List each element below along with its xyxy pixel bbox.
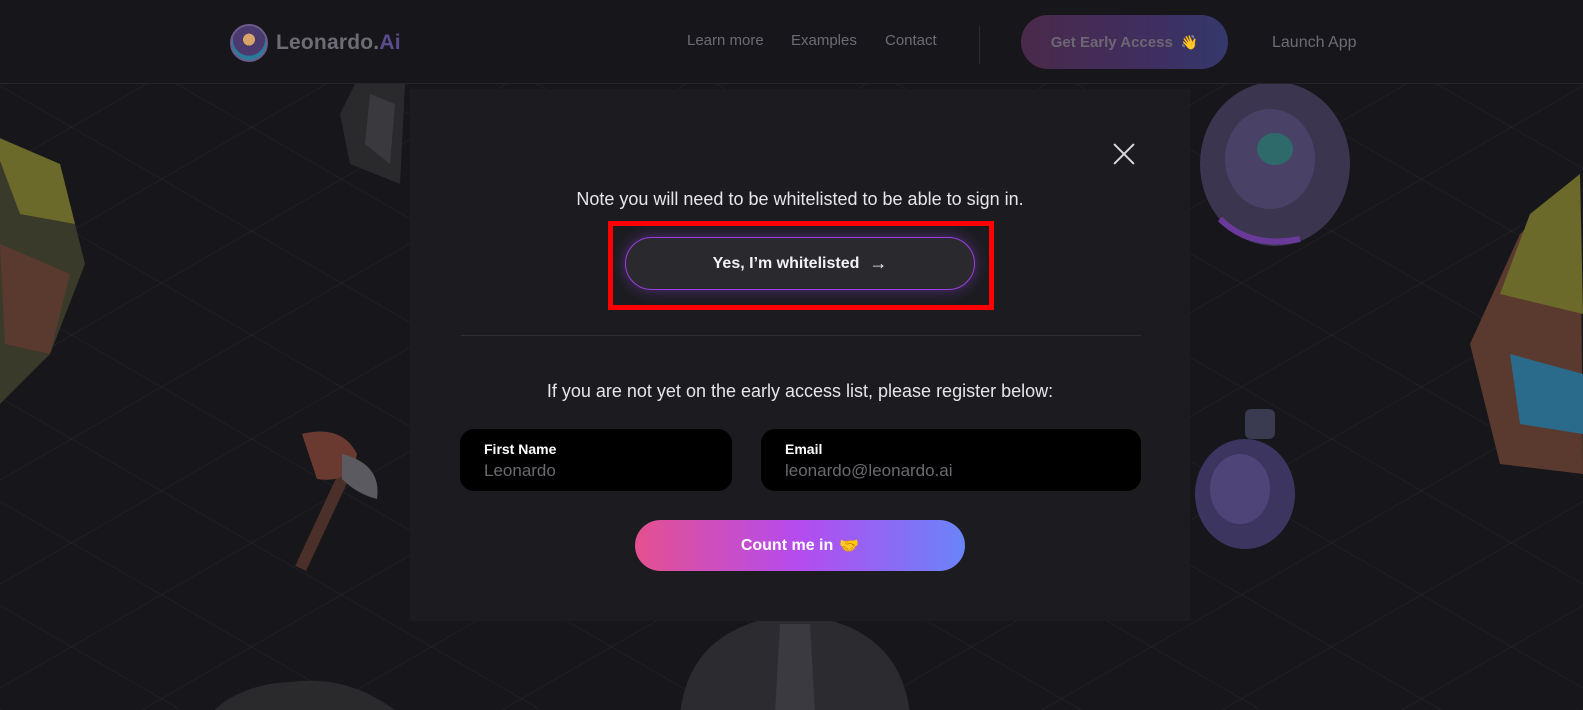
get-early-access-label: Get Early Access <box>1050 33 1173 51</box>
first-name-label: First Name <box>484 441 557 457</box>
logo-ai: Ai <box>379 31 401 54</box>
nav-examples[interactable]: Examples <box>791 32 857 49</box>
count-me-in-label: Count me in <box>740 536 834 554</box>
helmet-bottom-illustration <box>680 614 910 710</box>
email-input[interactable] <box>785 461 1117 481</box>
logo-avatar-icon <box>230 24 268 62</box>
grenade-illustration <box>1195 409 1295 549</box>
arrow-right-icon: → <box>869 253 888 273</box>
count-me-in-button[interactable]: Count me in 🤝 <box>635 520 965 571</box>
modal-divider <box>461 335 1141 336</box>
nav-contact[interactable]: Contact <box>885 32 937 49</box>
email-field[interactable]: Email <box>761 429 1141 491</box>
handshake-icon: 🤝 <box>839 537 860 555</box>
nav-learn-more[interactable]: Learn more <box>687 32 764 49</box>
first-name-field[interactable]: First Name <box>460 429 732 491</box>
get-early-access-button[interactable]: Get Early Access 👋 <box>1021 15 1228 69</box>
rubble-bottom-left-illustration <box>214 680 395 710</box>
statue-top-illustration <box>340 84 405 184</box>
whitelist-note: Note you will need to be whitelisted to … <box>576 189 1024 209</box>
nav-divider <box>979 26 980 64</box>
floating-island-right-illustration <box>1470 174 1583 474</box>
logo-wordmark: Leonardo.Ai <box>276 31 401 55</box>
register-prompt: If you are not yet on the early access l… <box>546 381 1054 401</box>
top-navigation-bar: Leonardo.Ai Learn more Examples Contact … <box>0 0 1583 84</box>
crystal-orb-illustration <box>1200 84 1350 246</box>
email-label: Email <box>785 441 823 457</box>
floating-island-left-illustration <box>0 138 85 404</box>
whitelisted-button[interactable]: Yes, I’m whitelisted → <box>625 237 975 290</box>
axe-illustration <box>295 431 378 571</box>
logo-text: Leonardo <box>276 31 374 54</box>
first-name-input[interactable] <box>484 461 708 481</box>
whitelisted-button-label: Yes, I’m whitelisted <box>712 254 860 272</box>
waving-hand-icon: 👋 <box>1180 33 1199 50</box>
launch-app-link[interactable]: Launch App <box>1272 34 1357 52</box>
brand-logo[interactable]: Leonardo.Ai <box>230 24 401 62</box>
close-icon[interactable] <box>1112 142 1136 166</box>
